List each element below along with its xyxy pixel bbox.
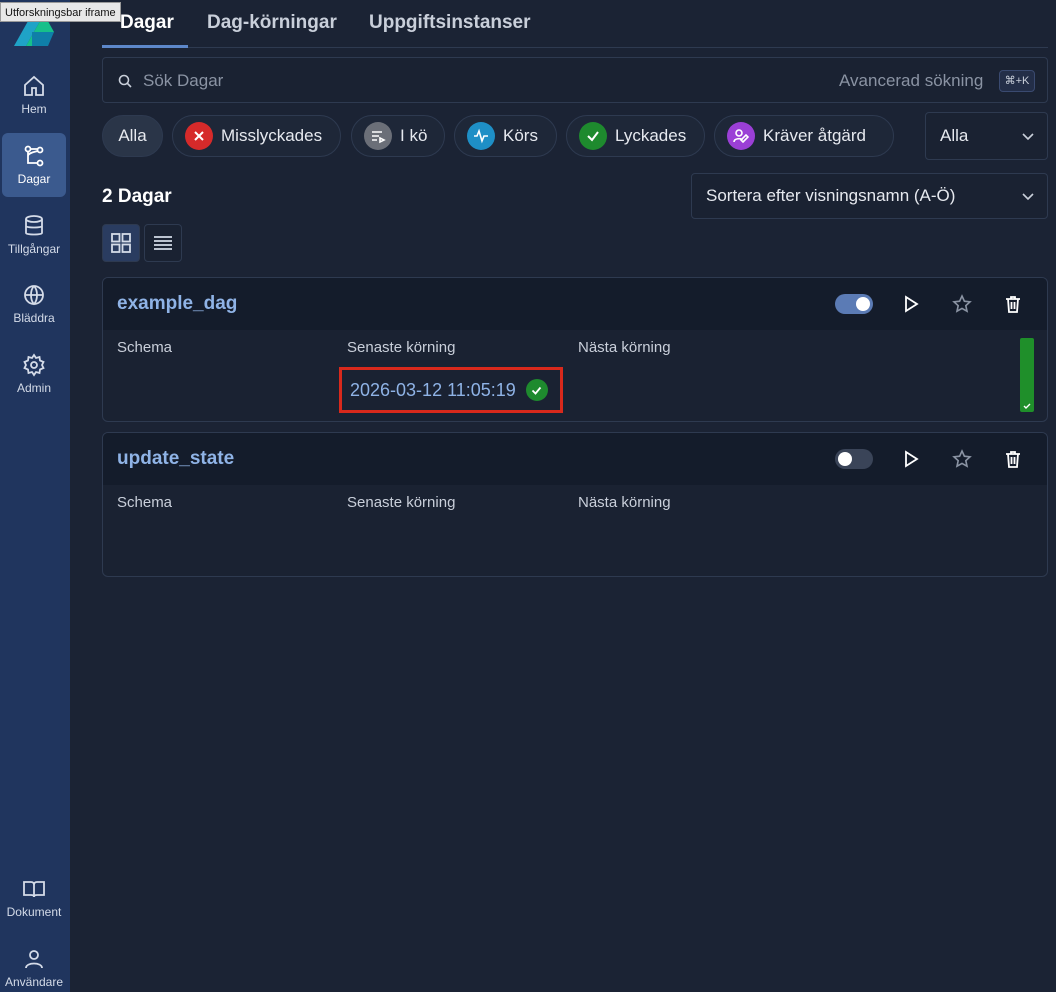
schedule-label: Schema <box>117 494 173 511</box>
trash-icon <box>1006 296 1020 313</box>
play-icon <box>905 295 919 313</box>
success-check-icon <box>525 379 548 401</box>
chip-label: Alla <box>118 126 147 145</box>
gear-icon <box>23 353 45 377</box>
sidebar-item-label: Dokument <box>6 905 62 919</box>
dag-pause-toggle[interactable] <box>835 294 873 314</box>
filter-chip-failed[interactable]: Misslyckades <box>172 115 341 157</box>
filter-chip-running[interactable]: Körs <box>454 115 557 157</box>
favorite-button[interactable] <box>950 292 974 316</box>
sidebar-item-browse[interactable]: Bläddra <box>2 272 66 336</box>
sidebar-item-home[interactable]: Hem <box>2 63 66 127</box>
sidebar-item-dags[interactable]: Dagar <box>2 133 66 197</box>
main-content: Dagar Dag-körningar Uppgiftsinstanser Av… <box>70 0 1056 992</box>
activity-icon <box>467 122 495 150</box>
dag-card: example_dag Schema Senaste körning Nästa… <box>102 277 1048 422</box>
star-icon <box>952 294 972 313</box>
user-action-icon <box>727 122 755 150</box>
list-icon <box>154 236 172 250</box>
sidebar-item-label: Hem <box>21 102 47 116</box>
dag-name-link[interactable]: example_dag <box>117 293 237 315</box>
queue-icon <box>364 122 392 150</box>
home-icon <box>24 75 44 96</box>
tab-bar: Dagar Dag-körningar Uppgiftsinstanser <box>102 0 1048 48</box>
globe-icon <box>24 285 44 306</box>
dag-count-title: 2 Dagar <box>102 186 172 207</box>
filter-chip-action-required[interactable]: Kräver åtgärd <box>714 115 894 157</box>
sidebar-item-label: Dagar <box>17 172 51 186</box>
last-run-value[interactable]: 2026-03-12 11:05:19 <box>339 367 563 413</box>
delete-dag-button[interactable] <box>1001 447 1025 471</box>
grid-icon <box>111 233 131 253</box>
run-status-bar[interactable] <box>1020 338 1034 412</box>
trigger-dag-button[interactable] <box>899 447 923 471</box>
tab-dags[interactable]: Dagar <box>120 12 174 34</box>
check-icon <box>579 122 607 150</box>
list-view-button[interactable] <box>144 224 182 262</box>
tab-task-instances[interactable]: Uppgiftsinstanser <box>369 12 531 34</box>
search-icon <box>118 74 132 88</box>
last-run-label: Senaste körning <box>347 339 456 356</box>
sidebar-item-assets[interactable]: Tillgångar <box>2 203 66 267</box>
keyboard-shortcut-badge: ⌘+K <box>999 70 1035 92</box>
filter-chip-all[interactable]: Alla <box>102 115 163 157</box>
dag-icon <box>24 145 44 167</box>
chip-label: I kö <box>400 126 428 145</box>
sort-select[interactable]: Sortera efter visningsnamn (A-Ö) <box>691 173 1048 219</box>
sidebar-item-label: Bläddra <box>13 311 55 325</box>
user-icon <box>25 950 43 969</box>
state-filter-select[interactable]: Alla <box>925 112 1048 160</box>
filter-chip-success[interactable]: Lyckades <box>566 115 705 157</box>
x-icon <box>185 122 213 150</box>
filter-chip-queued[interactable]: I kö <box>351 115 445 157</box>
dag-pause-toggle[interactable] <box>835 449 873 469</box>
last-run-timestamp: 2026-03-12 11:05:19 <box>350 379 516 400</box>
favorite-button[interactable] <box>950 447 974 471</box>
chip-label: Lyckades <box>615 126 687 145</box>
chip-label: Misslyckades <box>221 126 323 145</box>
database-icon <box>25 215 43 236</box>
delete-dag-button[interactable] <box>1001 292 1025 316</box>
trash-icon <box>1006 451 1020 468</box>
play-icon <box>905 450 919 468</box>
trigger-dag-button[interactable] <box>899 292 923 316</box>
chevron-down-icon <box>1022 193 1034 201</box>
last-run-label: Senaste körning <box>347 494 456 511</box>
sidebar: Hem Dagar Tillgångar Bläddra Admin Dokum… <box>0 0 70 992</box>
tab-dag-runs[interactable]: Dag-körningar <box>207 12 337 34</box>
book-icon <box>23 881 45 898</box>
active-tab-indicator <box>102 45 188 48</box>
chip-label: Kräver åtgärd <box>763 126 866 145</box>
star-icon <box>952 449 972 468</box>
dag-card-header: update_state <box>103 433 1047 485</box>
search-bar: Avancerad sökning ⌘+K <box>102 57 1048 103</box>
chevron-down-icon <box>1022 133 1034 141</box>
sidebar-item-label: Admin <box>16 381 51 395</box>
advanced-search-link[interactable]: Avancerad sökning <box>839 71 983 91</box>
sidebar-item-label: Användare <box>4 975 64 989</box>
select-value: Alla <box>940 126 969 145</box>
sidebar-item-docs[interactable]: Dokument <box>2 866 66 930</box>
sidebar-item-user[interactable]: Användare <box>2 936 66 992</box>
dag-name-link[interactable]: update_state <box>117 448 234 470</box>
select-value: Sortera efter visningsnamn (A-Ö) <box>706 186 956 205</box>
search-input[interactable] <box>143 68 743 94</box>
check-icon <box>1023 403 1031 409</box>
next-run-label: Nästa körning <box>578 339 671 356</box>
sidebar-item-label: Tillgångar <box>7 242 61 256</box>
next-run-label: Nästa körning <box>578 494 671 511</box>
dag-card-header: example_dag <box>103 278 1047 330</box>
schedule-label: Schema <box>117 339 173 356</box>
sidebar-item-admin[interactable]: Admin <box>2 342 66 406</box>
dag-card: update_state Schema Senaste körning Näst… <box>102 432 1048 577</box>
card-view-button[interactable] <box>102 224 140 262</box>
chip-label: Körs <box>503 126 538 145</box>
